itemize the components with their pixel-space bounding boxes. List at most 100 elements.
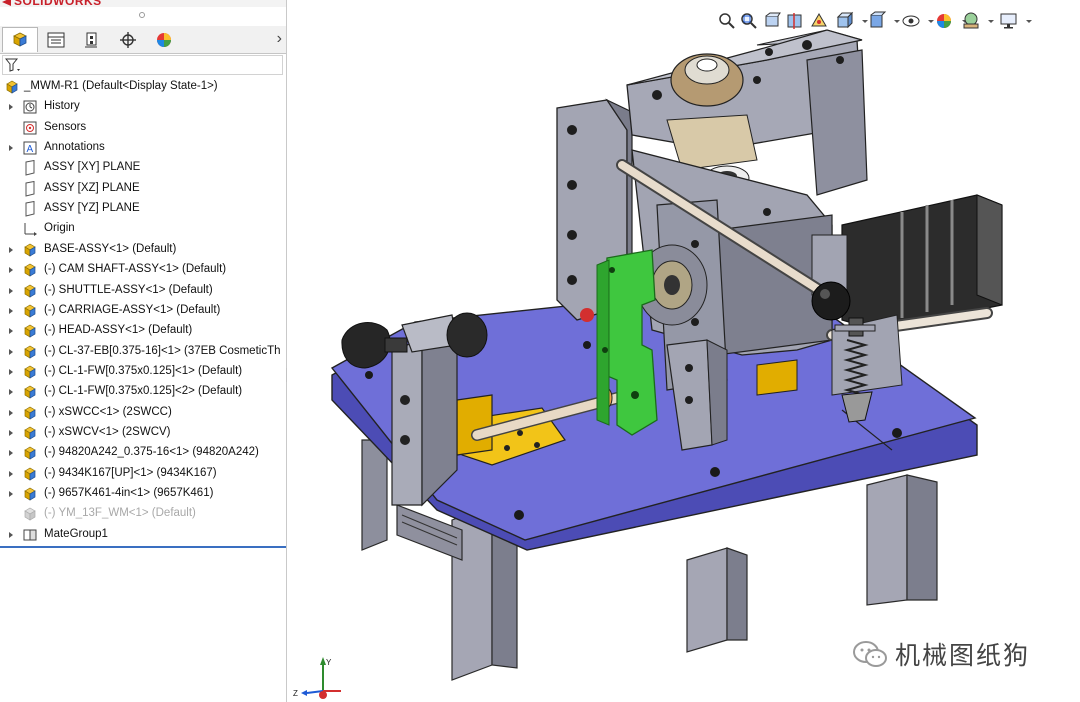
- tree-item-label: (-) 9657K461-4in<1> (9657K461): [44, 487, 214, 499]
- expand-arrow-icon[interactable]: [7, 144, 15, 152]
- history-icon: [23, 100, 37, 114]
- assembly-icon: [24, 365, 36, 379]
- expand-arrow-icon[interactable]: [7, 246, 15, 254]
- tree-item[interactable]: ASSY [XZ] PLANE: [0, 179, 286, 199]
- reference-triad: Y Z: [293, 657, 341, 699]
- watermark-text: 机械图纸狗: [895, 642, 1031, 670]
- expand-arrow-icon[interactable]: [7, 327, 15, 335]
- expand-arrow-icon[interactable]: [7, 368, 15, 376]
- tree-item[interactable]: (-) SHUTTLE-ASSY<1> (Default): [0, 281, 286, 301]
- tree-item-label: (-) SHUTTLE-ASSY<1> (Default): [44, 283, 213, 296]
- sensors-icon: [23, 121, 37, 135]
- chevron-right-icon[interactable]: ›: [277, 30, 282, 48]
- tree-item[interactable]: (-) 9657K461-4in<1> (9657K461): [0, 484, 286, 504]
- expand-arrow-icon[interactable]: [7, 470, 15, 478]
- tree-item-label: (-) CL-1-FW[0.375x0.125]<1> (Default): [44, 364, 243, 377]
- graphics-area[interactable]: 机械图纸狗 Y Z: [287, 0, 1080, 702]
- assembly-icon: [24, 304, 36, 318]
- annotations-icon: A: [23, 141, 37, 155]
- tree-item[interactable]: (-) CL-1-FW[0.375x0.125]<1> (Default): [0, 362, 286, 382]
- expand-arrow-icon[interactable]: [7, 409, 15, 417]
- tree-item-label: (-) CARRIAGE-ASSY<1> (Default): [44, 303, 221, 316]
- solidworks-logo-icon: [2, 0, 11, 6]
- tree-item[interactable]: (-) 94820A242_0.375-16<1> (94820A242): [0, 443, 286, 463]
- assembly-icon: [24, 263, 36, 277]
- expand-arrow-icon[interactable]: [7, 266, 15, 274]
- tree-end-marker: [0, 546, 286, 548]
- assembly-icon: [24, 243, 36, 257]
- expand-arrow-icon[interactable]: [7, 490, 15, 498]
- tab-display-manager[interactable]: [146, 27, 182, 52]
- tree-item[interactable]: History: [0, 97, 286, 117]
- expand-arrow-icon[interactable]: [7, 449, 15, 457]
- expand-arrow-icon[interactable]: [7, 348, 15, 356]
- expand-arrow-icon[interactable]: [7, 429, 15, 437]
- tree-item[interactable]: (-) CARRIAGE-ASSY<1> (Default): [0, 301, 286, 321]
- manager-tabs: ›: [0, 26, 286, 54]
- tree-item[interactable]: (-) CL-1-FW[0.375x0.125]<2> (Default): [0, 382, 286, 402]
- tree-item[interactable]: ASSY [YZ] PLANE: [0, 199, 286, 219]
- tree-item-label: (-) HEAD-ASSY<1> (Default): [44, 324, 193, 337]
- triad-z-label: Z: [293, 689, 298, 698]
- expand-arrow-icon[interactable]: [7, 531, 15, 539]
- assembly-icon: [24, 324, 36, 338]
- display-manager-icon: [157, 32, 171, 47]
- tree-item[interactable]: (-) 9434K167[UP]<1> (9434K167): [0, 464, 286, 484]
- panel-grip-icon[interactable]: [139, 12, 145, 18]
- origin-icon: [24, 223, 37, 237]
- property-manager-icon: [47, 32, 65, 47]
- tree-item[interactable]: Sensors: [0, 118, 286, 138]
- tree-item-label: (-) YM_13F_WM<1> (Default): [44, 507, 196, 520]
- brand-label: SOLIDWORKS: [14, 0, 102, 8]
- expand-arrow-icon[interactable]: [7, 287, 15, 295]
- triad-y-label: Y: [326, 658, 332, 667]
- tree-item-label: (-) CAM SHAFT-ASSY<1> (Default): [44, 263, 227, 276]
- tab-configuration-manager[interactable]: [74, 27, 110, 52]
- tab-dimxpert-manager[interactable]: [110, 27, 146, 52]
- tree-item-label: ASSY [XY] PLANE: [44, 161, 141, 174]
- assembly-root-icon: [6, 80, 18, 94]
- tree-item[interactable]: (-) CAM SHAFT-ASSY<1> (Default): [0, 260, 286, 280]
- assembly-icon: [24, 284, 36, 298]
- tree-root-item[interactable]: _MWM-R1 (Default<Display State-1>): [0, 77, 286, 97]
- filter-icon: [5, 58, 20, 72]
- mategroup-icon: [23, 529, 37, 541]
- tree-item-label: Sensors: [44, 120, 87, 133]
- assembly-icon: [24, 345, 36, 359]
- tree-item[interactable]: (-) xSWCV<1> (2SWCV): [0, 423, 286, 443]
- tree-item[interactable]: (-) CL-37-EB[0.375-16]<1> (37EB Cosmetic…: [0, 342, 286, 362]
- feature-tree-icon: [13, 32, 27, 47]
- tab-property-manager[interactable]: [38, 27, 74, 52]
- feature-manager-panel: SOLIDWORKS › _MWM-R1 (Default<Display St…: [0, 0, 287, 702]
- assembly-icon: [24, 406, 36, 420]
- tree-item[interactable]: Origin: [0, 219, 286, 239]
- expand-arrow-icon[interactable]: [7, 388, 15, 396]
- tree-item[interactable]: MateGroup1: [0, 525, 286, 545]
- tree-item[interactable]: BASE-ASSY<1> (Default): [0, 240, 286, 260]
- tree-item[interactable]: (-) xSWCC<1> (2SWCC): [0, 403, 286, 423]
- tree-item-label: BASE-ASSY<1> (Default): [44, 242, 177, 255]
- tab-feature-manager[interactable]: [2, 27, 38, 52]
- wechat-watermark: 机械图纸狗: [853, 636, 1030, 672]
- tree-item[interactable]: A Annotations: [0, 138, 286, 158]
- wechat-logo-icon: [853, 641, 887, 667]
- tree-item-label: (-) 94820A242_0.375-16<1> (94820A242): [44, 446, 259, 459]
- tree-item[interactable]: (-) YM_13F_WM<1> (Default): [0, 504, 286, 524]
- assembly-model[interactable]: [287, 0, 1080, 702]
- assembly-icon: [24, 467, 36, 481]
- assembly-icon: [24, 487, 36, 501]
- plane-icon: [25, 180, 35, 197]
- assembly-icon: [24, 385, 36, 399]
- svg-text:A: A: [27, 144, 34, 155]
- tree-filter-input[interactable]: [2, 55, 283, 75]
- expand-arrow-icon[interactable]: [7, 103, 15, 111]
- tree-item-label: (-) CL-1-FW[0.375x0.125]<2> (Default): [44, 385, 243, 398]
- tree-item[interactable]: ASSY [XY] PLANE: [0, 158, 286, 178]
- assembly-icon: [24, 446, 36, 460]
- tree-item-label: Origin: [44, 222, 75, 235]
- expand-arrow-icon[interactable]: [7, 307, 15, 315]
- tree-item-label: _MWM-R1 (Default<Display State-1>): [24, 80, 218, 92]
- tree-item[interactable]: (-) HEAD-ASSY<1> (Default): [0, 321, 286, 341]
- suppressed-part-icon: [24, 507, 36, 521]
- tree-item-label: ASSY [XZ] PLANE: [44, 181, 140, 194]
